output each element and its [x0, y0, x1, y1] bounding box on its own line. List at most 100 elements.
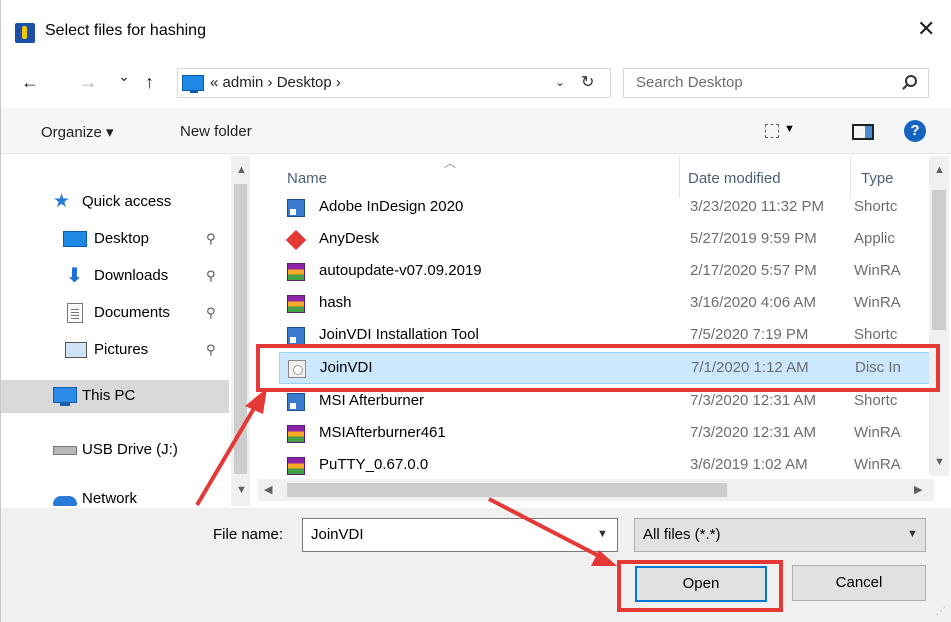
- file-type: WinRA: [854, 262, 901, 279]
- search-box[interactable]: Search Desktop: [623, 68, 929, 98]
- pictures-icon: [65, 342, 87, 358]
- sidebar-item-label: Quick access: [82, 193, 172, 210]
- file-date: 7/3/2020 12:31 AM: [690, 424, 816, 441]
- winrar-icon: [287, 263, 305, 281]
- usb-drive-icon: [53, 446, 77, 455]
- new-folder-button[interactable]: New folder: [180, 123, 252, 140]
- chevron-down-icon[interactable]: ▼: [597, 528, 608, 540]
- file-row[interactable]: PuTTY_0.67.0.0 3/6/2019 1:02 AM WinRA: [279, 450, 935, 482]
- file-type: WinRA: [854, 424, 901, 441]
- scrollbar-thumb[interactable]: [287, 483, 727, 497]
- change-view-icon[interactable]: [765, 124, 779, 138]
- refresh-icon[interactable]: ↻: [581, 72, 594, 92]
- sidebar-item-desktop[interactable]: Desktop ⚲: [1, 223, 229, 256]
- file-name: AnyDesk: [319, 230, 380, 247]
- file-name: MSI Afterburner: [319, 392, 425, 409]
- window-title: Select files for hashing: [45, 22, 206, 39]
- file-name-input[interactable]: JoinVDI: [311, 526, 364, 543]
- file-row[interactable]: autoupdate-v07.09.2019 2/17/2020 5:57 PM…: [279, 256, 935, 288]
- shortcut-icon: [287, 199, 305, 217]
- sidebar-item-this-pc[interactable]: This PC: [1, 380, 229, 413]
- search-input[interactable]: Search Desktop: [636, 74, 743, 91]
- back-arrow-icon[interactable]: ←: [21, 72, 39, 93]
- organize-button[interactable]: Organize ▾: [41, 123, 114, 141]
- file-row[interactable]: AnyDesk 5/27/2019 9:59 PM Applic: [279, 224, 935, 256]
- file-type-select[interactable]: All files (*.*) ▼: [634, 518, 926, 552]
- file-row[interactable]: hash 3/16/2020 4:06 AM WinRA: [279, 288, 935, 320]
- close-icon[interactable]: ✕: [917, 16, 935, 42]
- file-date: 7/3/2020 12:31 AM: [690, 392, 816, 409]
- file-date: 3/23/2020 11:32 PM: [690, 198, 824, 215]
- scrollbar-thumb[interactable]: [234, 184, 247, 474]
- cancel-button[interactable]: Cancel: [792, 565, 926, 601]
- file-date: 5/27/2019 9:59 PM: [690, 230, 817, 247]
- scroll-up-icon[interactable]: ▲: [236, 164, 247, 176]
- file-name: autoupdate-v07.09.2019: [319, 262, 482, 279]
- pin-icon: ⚲: [206, 305, 216, 320]
- sort-ascending-icon: ︿: [444, 156, 457, 170]
- sidebar-item-label: Downloads: [94, 267, 169, 284]
- pin-icon: ⚲: [206, 231, 216, 246]
- pin-icon: ⚲: [206, 268, 216, 283]
- column-header-date-modified[interactable]: Date modified: [688, 170, 781, 187]
- winrar-icon: [287, 295, 305, 313]
- file-name: MSIAfterburner461: [319, 424, 446, 441]
- file-row[interactable]: MSIAfterburner461 7/3/2020 12:31 AM WinR…: [279, 418, 935, 450]
- up-arrow-icon[interactable]: ↑: [145, 72, 154, 93]
- download-icon: ⬇: [66, 265, 83, 287]
- highlight-box-selected-file: [256, 344, 940, 392]
- sidebar-item-usb-drive[interactable]: USB Drive (J:): [1, 434, 229, 467]
- file-type: WinRA: [854, 456, 901, 473]
- file-type: Shortc: [854, 198, 898, 215]
- sidebar-item-network[interactable]: Network: [1, 483, 229, 508]
- network-icon: [53, 489, 77, 506]
- file-date: 2/17/2020 5:57 PM: [690, 262, 817, 279]
- file-open-dialog: Select files for hashing ✕ ← → ⌄ ↑ « adm…: [0, 0, 951, 622]
- sidebar-item-documents[interactable]: Documents ⚲: [1, 297, 229, 330]
- search-icon[interactable]: [905, 75, 917, 87]
- title-bar: Select files for hashing ✕: [1, 0, 951, 58]
- file-type: WinRA: [854, 294, 901, 311]
- recent-locations-chevron-icon[interactable]: ⌄: [118, 68, 130, 85]
- address-bar[interactable]: « admin › Desktop › ⌄ ↻: [177, 68, 611, 98]
- navigation-pane-scrollbar[interactable]: ▲ ▼: [231, 156, 250, 506]
- breadcrumb[interactable]: « admin › Desktop ›: [210, 74, 341, 91]
- pin-icon: ⚲: [206, 342, 216, 357]
- documents-icon: [67, 303, 83, 323]
- sidebar-item-label: Pictures: [94, 341, 149, 358]
- preview-pane-icon[interactable]: [852, 124, 874, 140]
- desktop-icon: [63, 231, 87, 247]
- star-icon: ★: [53, 191, 71, 212]
- file-type: Shortc: [854, 326, 898, 343]
- scrollbar-thumb[interactable]: [932, 190, 946, 330]
- sidebar-item-downloads[interactable]: ⬇ Downloads ⚲: [1, 260, 229, 293]
- scroll-down-icon[interactable]: ▼: [934, 456, 945, 468]
- column-header-name[interactable]: Name: [287, 170, 327, 187]
- scroll-down-icon[interactable]: ▼: [236, 484, 247, 496]
- forward-arrow-icon[interactable]: →: [79, 72, 97, 93]
- file-row[interactable]: Adobe InDesign 2020 3/23/2020 11:32 PM S…: [279, 192, 935, 224]
- column-header-type[interactable]: Type: [861, 170, 894, 187]
- chevron-down-icon[interactable]: ▼: [907, 528, 918, 540]
- highlight-box-open-button: [617, 560, 783, 612]
- file-name-label: File name:: [213, 526, 284, 543]
- file-date: 7/5/2020 7:19 PM: [690, 326, 809, 343]
- view-options-dropdown-icon[interactable]: ▼: [784, 123, 795, 135]
- this-pc-icon: [182, 75, 204, 93]
- resize-grip-icon[interactable]: ⋰: [936, 606, 946, 617]
- file-list-vertical-scrollbar[interactable]: ▲ ▼: [929, 156, 949, 476]
- file-type-value: All files (*.*): [643, 526, 721, 543]
- navigation-pane: ★ Quick access Desktop ⚲ ⬇ Downloads ⚲ D…: [1, 156, 256, 508]
- scroll-left-icon[interactable]: ◀: [264, 483, 272, 496]
- scroll-right-icon[interactable]: ▶: [914, 483, 922, 496]
- sidebar-item-pictures[interactable]: Pictures ⚲: [1, 334, 229, 367]
- file-name-field[interactable]: JoinVDI ▼: [302, 518, 618, 552]
- address-dropdown-icon[interactable]: ⌄: [555, 75, 565, 89]
- winrar-icon: [287, 457, 305, 475]
- file-name: hash: [319, 294, 352, 311]
- sidebar-item-quick-access[interactable]: ★ Quick access: [1, 186, 229, 219]
- file-list-horizontal-scrollbar[interactable]: ◀ ▶: [258, 479, 934, 501]
- file-date: 3/6/2019 1:02 AM: [690, 456, 808, 473]
- help-icon[interactable]: ?: [904, 120, 926, 142]
- scroll-up-icon[interactable]: ▲: [934, 164, 945, 176]
